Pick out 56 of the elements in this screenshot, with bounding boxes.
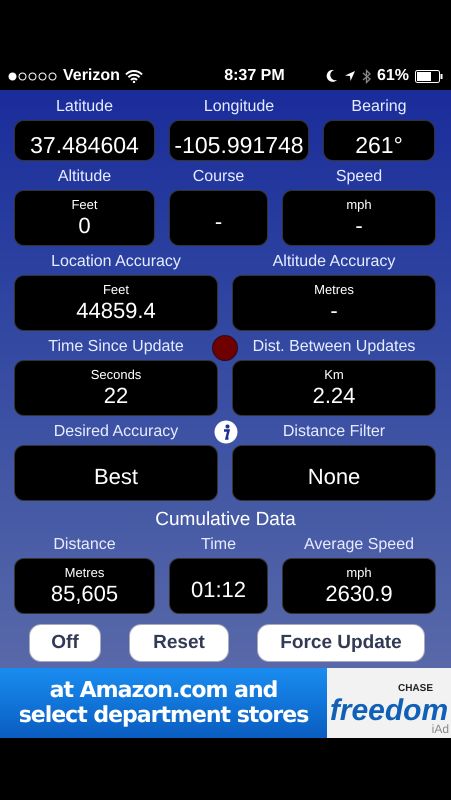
unit-label: mph — [346, 197, 372, 213]
location-arrow-icon — [344, 70, 356, 82]
value-text: 261° — [355, 130, 403, 158]
wifi-icon — [124, 70, 143, 82]
value-text: 2630.9 — [325, 581, 393, 607]
value-text: Best — [94, 464, 138, 490]
unit-label: Feet — [102, 282, 129, 298]
unit-label: Km — [324, 367, 344, 383]
value-text: 2.24 — [312, 383, 356, 409]
brand-caption: CHASE — [398, 682, 433, 696]
value-text: 37.484604 — [30, 130, 139, 158]
field-label: Time — [201, 535, 236, 555]
field-label: Speed — [336, 167, 382, 187]
unit-label: mph — [346, 565, 372, 581]
value-text: None — [308, 464, 360, 490]
field-label: Time Since Update — [48, 337, 184, 357]
value-text: 44859.4 — [76, 298, 156, 324]
value-text: -105.991748 — [174, 130, 304, 158]
field-label: Course — [192, 167, 244, 187]
info-icon[interactable] — [214, 420, 238, 444]
action-button[interactable]: Off — [29, 624, 101, 662]
value-text: - — [214, 209, 222, 235]
ad-banner[interactable]: at Amazon.com and select department stores — [0, 668, 327, 738]
field-label: Average Speed — [304, 535, 414, 555]
value-text: - — [355, 213, 363, 239]
unit-label: Metres — [64, 565, 104, 581]
section-heading: Cumulative Data — [154, 509, 297, 531]
clock-time: 8:37 PM — [224, 66, 285, 86]
battery-percent: 61% — [376, 66, 409, 86]
field-label: Distance Filter — [282, 422, 386, 442]
carrier-name: Verizon — [63, 66, 120, 86]
value-text: - — [330, 298, 338, 324]
field-label: Dist. Between Updates — [252, 337, 416, 357]
field-label: Altitude Accuracy — [272, 252, 396, 272]
battery-icon — [415, 70, 443, 82]
field-label: Altitude — [58, 167, 112, 187]
signal-icon — [8, 72, 58, 80]
value-text: 22 — [104, 383, 128, 409]
field-label: Bearing — [351, 97, 407, 117]
value-text: 0 — [78, 213, 91, 239]
field-label: Location Accuracy — [51, 252, 181, 272]
bluetooth-icon — [362, 68, 371, 84]
value-text: 85,605 — [50, 581, 118, 607]
unit-label: Metres — [314, 282, 354, 298]
ad-text: at Amazon.com and select department stores — [18, 678, 310, 728]
unit-label: Seconds — [90, 367, 142, 383]
unit-label: Feet — [71, 197, 98, 213]
value-text: 01:12 — [190, 577, 246, 603]
field-label: Longitude — [204, 97, 274, 117]
action-button[interactable]: Reset — [129, 624, 229, 662]
field-label: Distance — [53, 535, 116, 555]
field-label: Latitude — [56, 97, 113, 117]
moon-icon — [326, 69, 338, 83]
field-label: Desired Accuracy — [54, 422, 178, 442]
ad-logo-panel[interactable]: CHASE freedom iAd — [327, 668, 451, 738]
action-button[interactable]: Force Update — [257, 624, 425, 662]
